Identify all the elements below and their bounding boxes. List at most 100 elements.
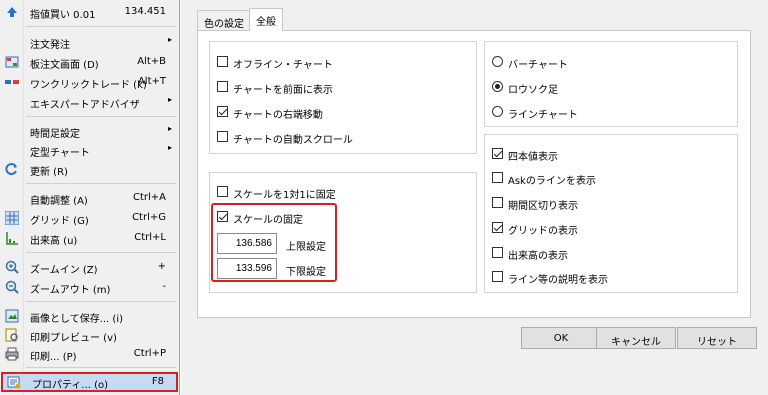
menu-separator (26, 183, 176, 184)
checkbox-label: グリッドの表示 (508, 226, 578, 237)
menu-item-grid[interactable]: グリッド (G) Ctrl+G (0, 208, 180, 228)
menu-item-properties[interactable]: プロパティ... (o) F8 (1, 372, 178, 392)
properties-icon (7, 376, 21, 389)
save-image-icon (5, 309, 19, 323)
menu-separator (26, 367, 176, 368)
checkbox-box (217, 131, 228, 142)
one-click-trade-icon (5, 80, 19, 84)
radio-label: ラインチャート (508, 110, 578, 121)
cancel-button[interactable]: キャンセル (596, 327, 676, 349)
menu-item-print-preview[interactable]: 印刷プレビュー (v) (0, 325, 180, 345)
menu-item-label: ズームイン (Z) (30, 265, 98, 276)
menu-item-label: 更新 (R) (30, 167, 68, 178)
radio-label: ロウソク足 (508, 85, 558, 96)
menu-item-label: 出来高 (u) (30, 236, 78, 247)
menu-item-label: 時間足設定 (30, 129, 80, 140)
menu-separator (26, 252, 176, 253)
menu-item-one-click-trade[interactable]: ワンクリックトレード (k) Alt+T (0, 72, 180, 92)
menu-item-template-chart[interactable]: 定型チャート ▸ (0, 140, 180, 160)
ok-button[interactable]: OK (521, 327, 601, 349)
checkbox-box (217, 106, 228, 117)
menu-item-timeframe[interactable]: 時間足設定 ▸ (0, 121, 180, 141)
order-board-icon (5, 56, 19, 68)
menu-separator (26, 26, 176, 27)
menu-item-label: 印刷プレビュー (v) (30, 333, 117, 344)
lower-limit-label: 下限設定 (286, 267, 326, 278)
checkbox-label: 期間区切り表示 (508, 201, 578, 212)
checkbox-box (492, 247, 503, 258)
zoom-in-icon (5, 260, 19, 274)
checkbox-label: チャートの自動スクロール (233, 135, 353, 146)
menu-item-label: 注文発注 (30, 40, 70, 51)
menu-item-shortcut: Ctrl+G (132, 212, 166, 223)
refresh-icon (5, 163, 17, 175)
submenu-arrow-icon: ▸ (167, 95, 172, 104)
upper-limit-input[interactable]: 136.586 (217, 233, 277, 254)
menu-item-label: 自動調整 (A) (30, 196, 88, 207)
menu-item-zoom-in[interactable]: ズームイン (Z) + (0, 257, 180, 277)
checkbox-box (492, 197, 503, 208)
menu-item-shortcut: F8 (151, 376, 164, 387)
submenu-arrow-icon: ▸ (167, 143, 172, 152)
menu-item-shortcut: Ctrl+P (133, 348, 166, 359)
radio-circle (492, 56, 503, 67)
chart-type-group: バーチャート ロウソク足 ラインチャート (484, 41, 738, 127)
radio-circle (492, 106, 503, 117)
checkbox-label: オフライン・チャート (233, 60, 333, 71)
menu-item-label: 板注文画面 (D) (30, 60, 99, 71)
radio-circle (492, 81, 503, 92)
checkbox-box (492, 172, 503, 183)
menu-item-place-order[interactable]: 注文発注 ▸ (0, 32, 180, 52)
checkbox-label: 四本値表示 (508, 152, 558, 163)
checkbox-box (217, 81, 228, 92)
checkbox-box (492, 222, 503, 233)
menu-item-label: 画像として保存... (i) (30, 314, 123, 325)
menu-item-label: 印刷... (P) (30, 352, 77, 363)
menu-item-order-board[interactable]: 板注文画面 (D) Alt+B (0, 52, 180, 72)
menu-item-save-image[interactable]: 画像として保存... (i) (0, 306, 180, 326)
properties-dialog: 色の設定 全般 オフライン・チャート チャートを前面に表示 チャートの右端移動 … (181, 0, 768, 395)
menu-item-label: ズームアウト (m) (30, 285, 111, 296)
checkbox-box (492, 271, 503, 282)
reset-button[interactable]: リセット (677, 327, 757, 349)
menu-item-volume[interactable]: 出来高 (u) Ctrl+L (0, 228, 180, 248)
tab-general[interactable]: 全般 (249, 8, 283, 31)
menu-item-shortcut: Ctrl+L (134, 232, 166, 243)
chart-behavior-group: オフライン・チャート チャートを前面に表示 チャートの右端移動 チャートの自動ス… (209, 41, 477, 154)
zoom-out-icon (5, 280, 19, 294)
checkbox-box (217, 211, 228, 222)
display-options-group: 四本値表示 Askのラインを表示 期間区切り表示 グリッドの表示 出来高の表示 … (484, 134, 738, 293)
menu-item-label: 定型チャート (30, 148, 90, 159)
print-preview-icon (5, 328, 18, 342)
menu-separator (26, 301, 176, 302)
menu-item-shortcut: + (157, 261, 166, 272)
menu-item-label: グリッド (G) (30, 216, 89, 227)
context-menu: 指値買い 0.01 134.451 注文発注 ▸ 板注文画面 (D) Alt+B… (0, 0, 180, 395)
menu-item-auto-scale[interactable]: 自動調整 (A) Ctrl+A (0, 188, 180, 208)
menu-item-limit-buy[interactable]: 指値買い 0.01 134.451 (0, 2, 180, 22)
checkbox-label: チャートの右端移動 (233, 110, 323, 121)
menu-item-label: プロパティ... (o) (32, 380, 109, 391)
checkbox-label: ライン等の説明を表示 (508, 275, 608, 286)
checkbox-box (217, 186, 228, 197)
submenu-arrow-icon: ▸ (167, 124, 172, 133)
menu-item-shortcut: - (162, 281, 166, 292)
grid-icon (5, 211, 19, 225)
menu-item-zoom-out[interactable]: ズームアウト (m) - (0, 277, 180, 297)
menu-item-shortcut: Alt+T (137, 76, 166, 87)
checkbox-label: チャートを前面に表示 (233, 85, 333, 96)
menu-separator (26, 116, 176, 117)
menu-item-print[interactable]: 印刷... (P) Ctrl+P (0, 344, 180, 364)
lower-limit-input[interactable]: 133.596 (217, 258, 277, 279)
printer-icon (5, 347, 19, 361)
checkbox-label: スケールの固定 (233, 215, 303, 226)
menu-item-shortcut: 134.451 (124, 6, 166, 17)
checkbox-label: Askのラインを表示 (508, 176, 596, 187)
checkbox-label: スケールを1対1に固定 (233, 190, 336, 201)
tab-color-settings[interactable]: 色の設定 (197, 10, 251, 30)
menu-item-refresh[interactable]: 更新 (R) (0, 159, 180, 179)
menu-item-expert-advisor[interactable]: エキスパートアドバイザ ▸ (0, 92, 180, 112)
menu-item-label: 指値買い 0.01 (30, 10, 96, 21)
scale-group: スケールを1対1に固定 スケールの固定 136.586 上限設定 133.596… (209, 172, 477, 293)
checkbox-box (492, 148, 503, 159)
